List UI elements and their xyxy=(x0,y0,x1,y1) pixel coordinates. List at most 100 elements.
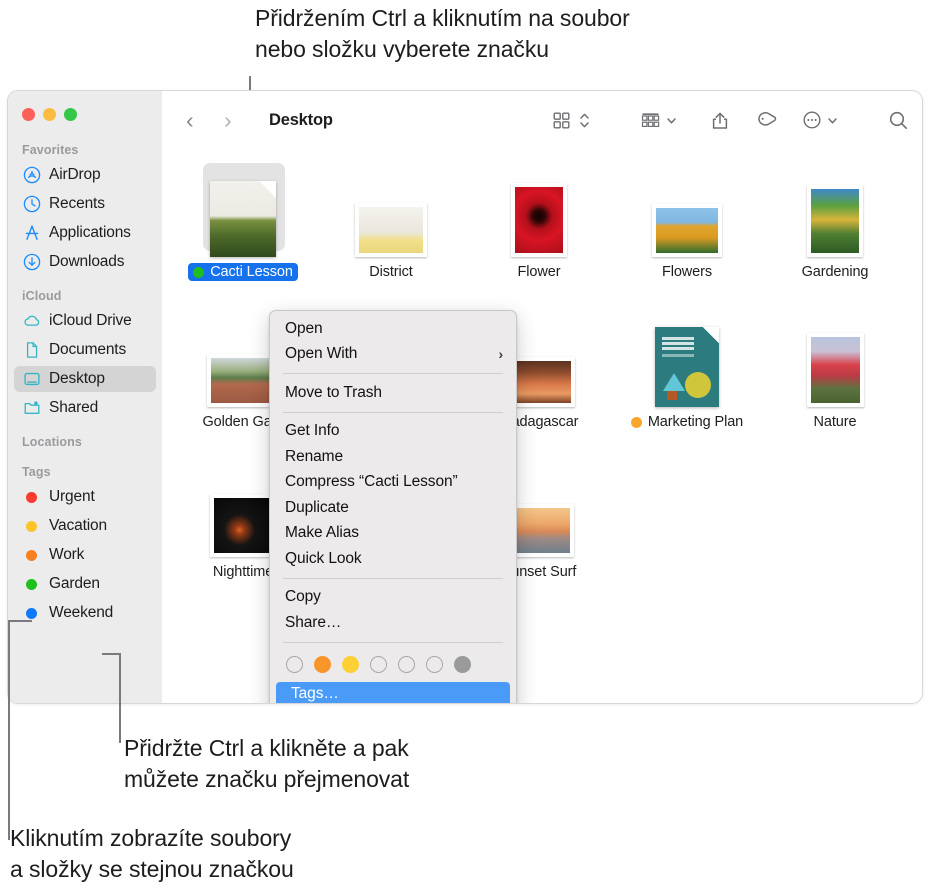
search-button[interactable] xyxy=(888,105,909,135)
file-item-gardening[interactable]: Gardening xyxy=(762,161,908,281)
desktop-icon xyxy=(23,372,40,386)
menu-item-get-info[interactable]: Get Info xyxy=(270,419,516,445)
callout-middle-text: Přidržte Ctrl a klikněte a pak můžete zn… xyxy=(124,735,410,792)
file-label[interactable]: Marketing Plan xyxy=(626,413,748,431)
menu-item-open-with[interactable]: Open With › xyxy=(270,342,516,368)
file-item-district[interactable]: District xyxy=(318,161,464,281)
sidebar-item-documents[interactable]: Documents xyxy=(14,337,156,363)
sidebar-item-label: Recents xyxy=(49,195,105,212)
file-name: Gardening xyxy=(801,264,869,280)
sidebar-item-airdrop[interactable]: AirDrop xyxy=(14,162,156,188)
file-item-cacti-lesson[interactable]: Cacti Lesson xyxy=(170,161,316,283)
file-label[interactable]: Nature xyxy=(809,413,862,431)
grid-view-icon xyxy=(553,112,570,129)
shared-folder-icon xyxy=(22,399,41,418)
context-menu: Open Open With › Move to Trash Get Info Renam… xyxy=(269,310,517,703)
sidebar-item-label: Applications xyxy=(49,224,131,241)
sidebar: Favorites AirDrop Recents Applications Downl… xyxy=(8,91,162,703)
forward-button[interactable]: › xyxy=(224,109,232,132)
file-label[interactable]: Flowers xyxy=(657,263,717,281)
tag-dot-icon xyxy=(22,575,41,594)
group-view-chevron[interactable] xyxy=(665,105,678,135)
applications-icon xyxy=(25,225,38,240)
tag-swatch-orange[interactable] xyxy=(314,655,331,673)
menu-item-label: Open xyxy=(285,319,323,337)
menu-item-make-alias[interactable]: Make Alias xyxy=(270,521,516,547)
menu-item-open[interactable]: Open xyxy=(270,316,516,342)
close-button[interactable] xyxy=(22,108,35,121)
menu-item-tags[interactable]: Tags… xyxy=(276,681,510,703)
menu-item-rename[interactable]: Rename xyxy=(270,444,516,470)
file-item-marketing-plan[interactable]: Marketing Plan xyxy=(614,311,760,433)
tag-swatch-row xyxy=(270,649,516,682)
tag-button[interactable] xyxy=(756,105,778,135)
sidebar-item-vacation[interactable]: Vacation xyxy=(14,513,156,539)
menu-item-label: Get Info xyxy=(285,422,340,440)
sidebar-item-recents[interactable]: Recents xyxy=(14,191,156,217)
file-item-flowers[interactable]: Flowers xyxy=(614,161,760,281)
menu-item-move-to-trash[interactable]: Move to Trash xyxy=(270,380,516,406)
sidebar-item-applications[interactable]: Applications xyxy=(14,220,156,246)
leader-line-work-h xyxy=(8,620,32,622)
zoom-button[interactable] xyxy=(64,108,77,121)
tag-swatch-green[interactable] xyxy=(370,655,387,673)
file-thumbnail-wrap xyxy=(318,161,464,257)
more-actions-button[interactable] xyxy=(802,105,822,135)
download-icon xyxy=(22,253,41,272)
file-thumbnail-wrap xyxy=(762,161,908,257)
sort-order-button[interactable] xyxy=(578,105,591,135)
file-label[interactable]: Cacti Lesson xyxy=(188,263,298,281)
back-button[interactable]: ‹ xyxy=(186,109,194,132)
sidebar-item-downloads[interactable]: Downloads xyxy=(14,249,156,275)
menu-item-compress-cacti-lesson[interactable]: Compress “Cacti Lesson” xyxy=(270,470,516,496)
sidebar-item-garden[interactable]: Garden xyxy=(14,571,156,597)
leader-line-garden-v xyxy=(119,653,121,743)
tag-swatch-purple[interactable] xyxy=(426,655,443,673)
tag-dot-icon xyxy=(22,546,41,565)
file-thumbnail-wrap xyxy=(762,311,908,407)
sidebar-item-label: Shared xyxy=(49,399,99,416)
file-label[interactable]: Flower xyxy=(513,263,566,281)
file-thumbnail xyxy=(807,185,863,257)
tag-dot-icon xyxy=(26,491,37,503)
chevron-down-icon xyxy=(828,117,837,124)
minimize-button[interactable] xyxy=(43,108,56,121)
file-label[interactable]: Nighttime xyxy=(208,563,278,581)
menu-item-label: Share… xyxy=(285,613,342,631)
file-thumbnail-wrap xyxy=(614,311,760,407)
sidebar-item-desktop[interactable]: Desktop xyxy=(14,366,156,392)
sidebar-item-shared[interactable]: Shared xyxy=(14,395,156,421)
menu-separator xyxy=(283,577,503,579)
file-item-flower[interactable]: Flower xyxy=(466,161,612,281)
menu-item-duplicate[interactable]: Duplicate xyxy=(270,495,516,521)
share-button[interactable] xyxy=(710,105,730,135)
sidebar-item-urgent[interactable]: Urgent xyxy=(14,484,156,510)
tag-swatch-none[interactable] xyxy=(286,655,303,673)
more-actions-icon xyxy=(803,111,821,129)
menu-item-share[interactable]: Share… xyxy=(270,610,516,636)
sidebar-item-label: Documents xyxy=(49,341,127,358)
sidebar-item-work[interactable]: Work xyxy=(14,542,156,568)
menu-separator xyxy=(283,641,503,643)
share-icon xyxy=(712,112,728,129)
grid-view-button[interactable] xyxy=(552,105,571,135)
airdrop-icon xyxy=(23,166,40,184)
tag-swatch-blue[interactable] xyxy=(398,655,415,673)
file-thumbnail xyxy=(655,327,719,407)
menu-item-copy[interactable]: Copy xyxy=(270,585,516,611)
group-view-button[interactable] xyxy=(640,105,661,135)
sidebar-item-icloud-drive[interactable]: iCloud Drive xyxy=(14,308,156,334)
file-name: Marketing Plan xyxy=(647,414,744,430)
more-actions-chevron[interactable] xyxy=(826,105,839,135)
sidebar-item-weekend[interactable]: Weekend xyxy=(14,600,156,626)
tag-swatch-gray[interactable] xyxy=(454,655,471,673)
tag-swatch-yellow[interactable] xyxy=(342,655,359,673)
file-thumbnail xyxy=(210,494,276,557)
file-item-nature[interactable]: Nature xyxy=(762,311,908,431)
file-label[interactable]: District xyxy=(364,263,418,281)
menu-item-quick-look[interactable]: Quick Look xyxy=(270,546,516,572)
window-traffic-lights xyxy=(8,108,162,121)
callout-bottom-text: Kliknutím zobrazíte soubory a složky se … xyxy=(10,825,294,882)
file-label[interactable]: Gardening xyxy=(797,263,874,281)
